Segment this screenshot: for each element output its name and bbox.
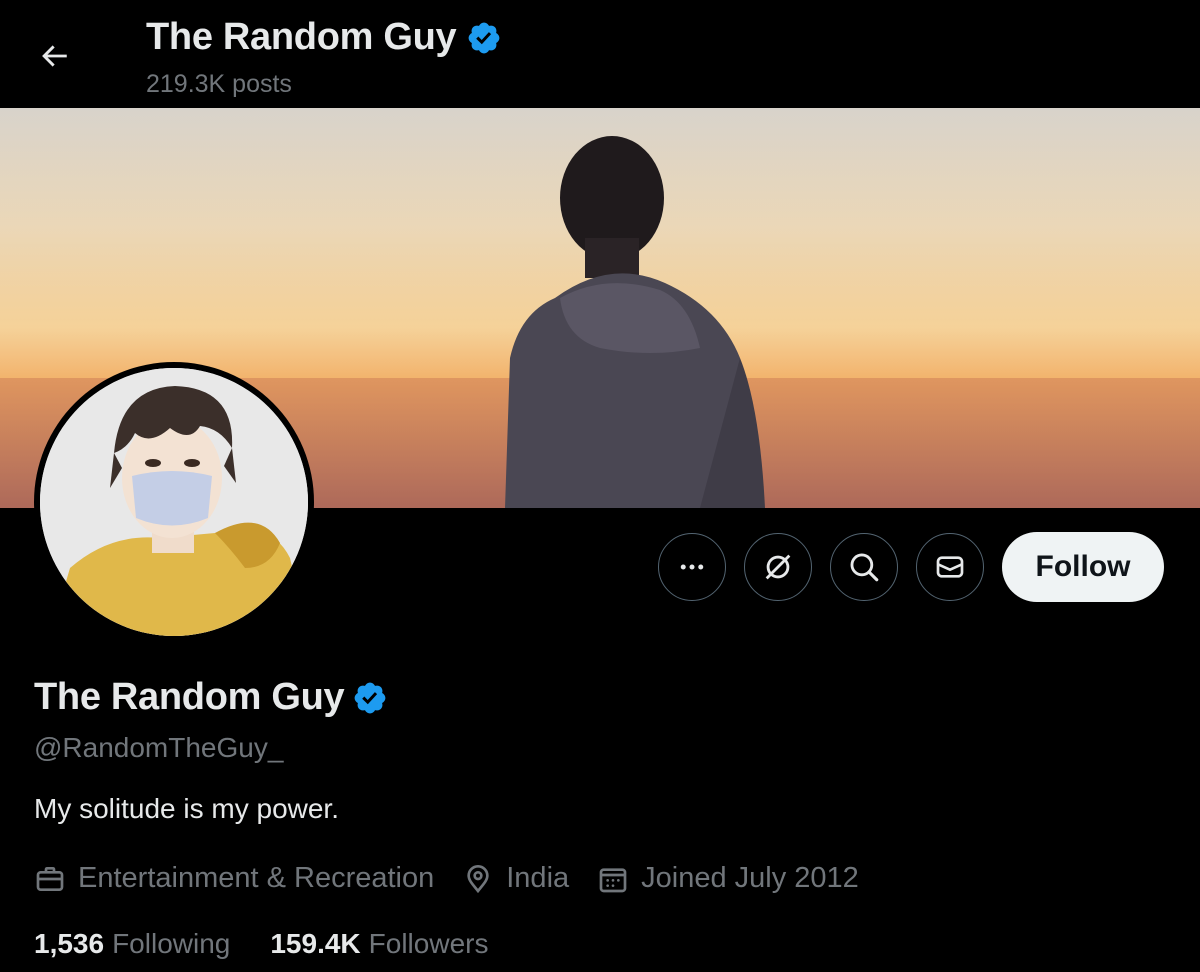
follow-button[interactable]: Follow: [1002, 532, 1164, 602]
category-item: Entertainment & Recreation: [34, 862, 434, 895]
display-name: The Random Guy: [34, 676, 345, 718]
following-label: Following: [112, 928, 231, 959]
bio: My solitude is my power.: [34, 793, 339, 824]
more-button[interactable]: [658, 533, 726, 601]
search-profile-button[interactable]: [830, 533, 898, 601]
more-horizontal-icon: [680, 564, 704, 570]
header-title: The Random Guy: [146, 16, 457, 58]
followers-count: 159.4K: [270, 928, 361, 959]
joined-label: Joined July 2012: [641, 862, 859, 894]
grok-icon: [765, 554, 791, 580]
location-label: India: [506, 862, 570, 894]
avatar[interactable]: [34, 362, 314, 642]
message-button[interactable]: [916, 533, 984, 601]
handle: @RandomTheGuy_: [34, 732, 284, 763]
calendar-icon: [599, 867, 627, 892]
posts-count: 219.3K posts: [146, 70, 292, 98]
back-button[interactable]: [30, 34, 78, 78]
profile-stats: 1,536 Following 159.4K Followers: [34, 928, 488, 960]
avatar-image: [40, 368, 308, 636]
following-count: 1,536: [34, 928, 105, 959]
profile-name-row: The Random Guy: [34, 676, 388, 719]
followers-label: Followers: [368, 928, 489, 959]
profile-meta: Entertainment & Recreation India Joined …: [34, 862, 859, 895]
grok-button[interactable]: [744, 533, 812, 601]
following-link[interactable]: 1,536 Following: [34, 928, 230, 960]
back-arrow-icon: [42, 45, 67, 67]
category-label: Entertainment & Recreation: [78, 862, 435, 894]
verified-badge-icon: [469, 22, 500, 53]
location-item: India: [462, 862, 569, 895]
briefcase-icon: [36, 866, 64, 891]
top-bar: The Random Guy 219.3K posts: [0, 0, 1200, 108]
search-icon: [850, 553, 879, 582]
location-pin-icon: [467, 864, 489, 893]
followers-link[interactable]: 159.4K Followers: [270, 928, 488, 960]
verified-badge-icon[interactable]: [352, 680, 388, 716]
profile-actions: Follow: [658, 532, 1164, 602]
joined-item: Joined July 2012: [597, 862, 859, 895]
envelope-icon: [936, 556, 964, 578]
